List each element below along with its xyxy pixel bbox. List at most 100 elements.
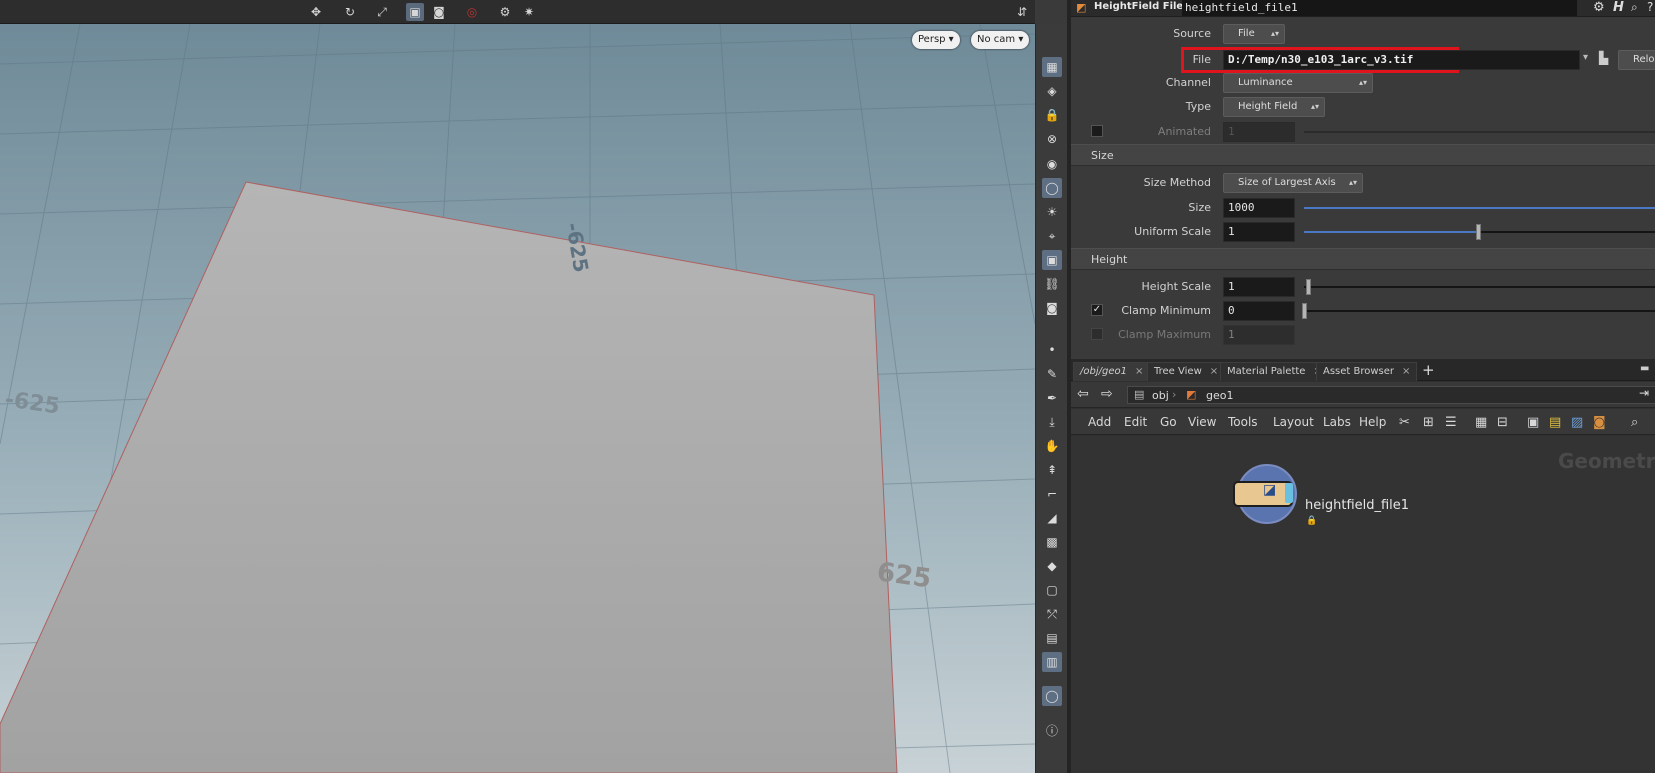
help-icon[interactable]: ?	[1647, 0, 1653, 14]
ghost-icon[interactable]: ◈	[1042, 81, 1062, 101]
clamp-min-field[interactable]: 0	[1223, 301, 1295, 321]
list-icon[interactable]: ☰	[1445, 415, 1457, 430]
clamp-max-field[interactable]: 1	[1223, 325, 1295, 345]
search-icon[interactable]: ⌕	[1631, 0, 1638, 15]
pen-icon[interactable]: ✒	[1042, 388, 1062, 408]
tab-close-icon[interactable]: ×	[1210, 366, 1218, 377]
file-chooser-icon[interactable]: ▙	[1599, 51, 1608, 65]
animated-field[interactable]: 1	[1223, 122, 1295, 142]
menu-edit[interactable]: Edit	[1124, 415, 1147, 429]
corner-icon[interactable]: ⌐	[1042, 484, 1062, 504]
color-palette-icon[interactable]: ▦	[1475, 415, 1487, 430]
sticky-note-icon[interactable]: ▤	[1549, 415, 1561, 430]
path-root[interactable]: obj	[1152, 389, 1169, 402]
camera-tool-icon[interactable]: ▣	[406, 3, 424, 21]
node-name-field[interactable]: heightfield_file1	[1182, 0, 1577, 16]
add-tab-icon[interactable]: +	[1422, 361, 1435, 379]
type-menu[interactable]: Height Field ▴▾	[1223, 97, 1325, 117]
channel-menu[interactable]: Luminance ▴▾	[1223, 73, 1373, 93]
tree-icon[interactable]: ⊞	[1423, 415, 1434, 430]
brush-icon[interactable]: ✎	[1042, 364, 1062, 384]
move-tool-icon[interactable]: ✥	[307, 3, 325, 21]
scale-tool-icon[interactable]: ⤢	[373, 3, 391, 21]
menu-tools[interactable]: Tools	[1228, 415, 1258, 429]
render-icon[interactable]: ✷	[520, 3, 538, 21]
animated-slider[interactable]	[1304, 131, 1655, 133]
height-scale-field[interactable]: 1	[1223, 277, 1295, 297]
height-scale-slider[interactable]	[1304, 286, 1655, 288]
network-canvas[interactable]: Geometry ◪ heightfield_file1 🔒	[1071, 436, 1655, 773]
asset-icon[interactable]: ◙	[1593, 415, 1606, 430]
reload-file-button[interactable]: Reload File	[1618, 50, 1655, 70]
image-icon[interactable]: ▨	[1571, 415, 1583, 430]
search-icon[interactable]: ⌕	[1631, 415, 1638, 430]
display-flag[interactable]	[1285, 483, 1293, 503]
path-current[interactable]: geo1	[1206, 389, 1233, 402]
size-section-header[interactable]: Size	[1071, 144, 1655, 166]
tab-obj-geo1[interactable]: /obj/geo1 ×	[1073, 362, 1151, 381]
pin-icon[interactable]: ⇥	[1639, 386, 1649, 400]
size-field[interactable]: 1000	[1223, 198, 1295, 218]
axis-icon[interactable]: ⤱	[1042, 604, 1062, 624]
uniform-scale-slider-handle[interactable]	[1476, 224, 1481, 240]
animated-checkbox[interactable]	[1091, 125, 1103, 137]
forward-arrow-icon[interactable]: ⇨	[1101, 386, 1113, 402]
wrench-icon[interactable]: ✂	[1399, 415, 1410, 430]
bulb-icon[interactable]: ☀	[1042, 202, 1062, 222]
heightfield-node[interactable]: ◪	[1233, 464, 1297, 524]
menu-add[interactable]: Add	[1088, 415, 1111, 429]
pane-menu-icon[interactable]: ▬	[1640, 363, 1649, 374]
clamp-max-checkbox[interactable]	[1091, 328, 1103, 340]
point-icon[interactable]: •	[1042, 340, 1062, 360]
tab-close-icon[interactable]: ×	[1402, 366, 1410, 377]
network-box-icon[interactable]: ▣	[1527, 415, 1539, 430]
dropdown-arrow-icon[interactable]: ▾	[1583, 52, 1588, 63]
number-icon[interactable]: ⇞	[1042, 460, 1062, 480]
checker-icon[interactable]: ▩	[1042, 532, 1062, 552]
gear-icon[interactable]: ⚙	[1593, 0, 1605, 15]
plane-icon[interactable]: ◢	[1042, 508, 1062, 528]
height-section-header[interactable]: Height	[1071, 248, 1655, 270]
capture-icon[interactable]: ◙	[1042, 298, 1062, 318]
light-icon[interactable]: ◯	[1042, 178, 1062, 198]
houdini-help-icon[interactable]: H	[1613, 0, 1624, 15]
clamp-min-slider-handle[interactable]	[1302, 303, 1307, 319]
settings-icon[interactable]: ⇵	[1013, 3, 1031, 21]
menu-help[interactable]: Help	[1359, 415, 1386, 429]
layer-icon[interactable]: ◆	[1042, 556, 1062, 576]
display-mode-icon[interactable]: ▦	[1042, 57, 1062, 77]
grid-icon[interactable]: ▤	[1042, 628, 1062, 648]
size-method-menu[interactable]: Size of Largest Axis ▴▾	[1223, 173, 1363, 193]
path-breadcrumb[interactable]: ▤ obj › ◩ geo1 ▾	[1127, 386, 1655, 404]
light-link-icon[interactable]: ◯	[1042, 686, 1062, 706]
snapshot-icon[interactable]: ◙	[430, 3, 448, 21]
shading-icon[interactable]: ◉	[1042, 154, 1062, 174]
menu-layout[interactable]: Layout	[1273, 415, 1314, 429]
tab-asset-browser[interactable]: Asset Browser ×	[1316, 362, 1418, 381]
measure-icon[interactable]: ⤓	[1042, 412, 1062, 432]
uniform-scale-field[interactable]: 1	[1223, 222, 1295, 242]
link-icon[interactable]: ⛓	[1042, 274, 1062, 294]
menu-view[interactable]: View	[1188, 415, 1216, 429]
viewport-scene[interactable]: -625 -625 625	[0, 24, 1035, 773]
back-arrow-icon[interactable]: ⇦	[1077, 386, 1089, 402]
tab-tree-view[interactable]: Tree View ×	[1147, 362, 1226, 381]
bounding-box-icon[interactable]: ▢	[1042, 580, 1062, 600]
camera-icon[interactable]: ▣	[1042, 250, 1062, 270]
scene-viewport[interactable]: ✥ ↻ ⤢ ▣ ◙ ◎ ⚙ ✷ ⇵ ?	[0, 0, 1035, 773]
uniform-scale-slider-fill[interactable]	[1304, 231, 1479, 233]
menu-labs[interactable]: Labs	[1323, 415, 1351, 429]
tab-close-icon[interactable]: ×	[1135, 366, 1143, 377]
clamp-min-slider[interactable]	[1304, 310, 1655, 312]
rotate-tool-icon[interactable]: ↻	[341, 3, 359, 21]
sculpt-icon[interactable]: ✋	[1042, 436, 1062, 456]
pin-icon[interactable]: ⌖	[1042, 226, 1062, 246]
file-path-input[interactable]: D:/Temp/n30_e103_1arc_v3.tif	[1223, 50, 1580, 70]
size-slider[interactable]	[1304, 207, 1655, 209]
uniform-scale-slider-track[interactable]	[1479, 231, 1655, 233]
tab-material-palette[interactable]: Material Palette×	[1220, 362, 1329, 381]
grid-view-icon[interactable]: ⊟	[1497, 415, 1508, 430]
menu-go[interactable]: Go	[1160, 415, 1177, 429]
info-icon[interactable]: ⓘ	[1042, 720, 1062, 740]
background-icon[interactable]: ▥	[1042, 652, 1062, 672]
